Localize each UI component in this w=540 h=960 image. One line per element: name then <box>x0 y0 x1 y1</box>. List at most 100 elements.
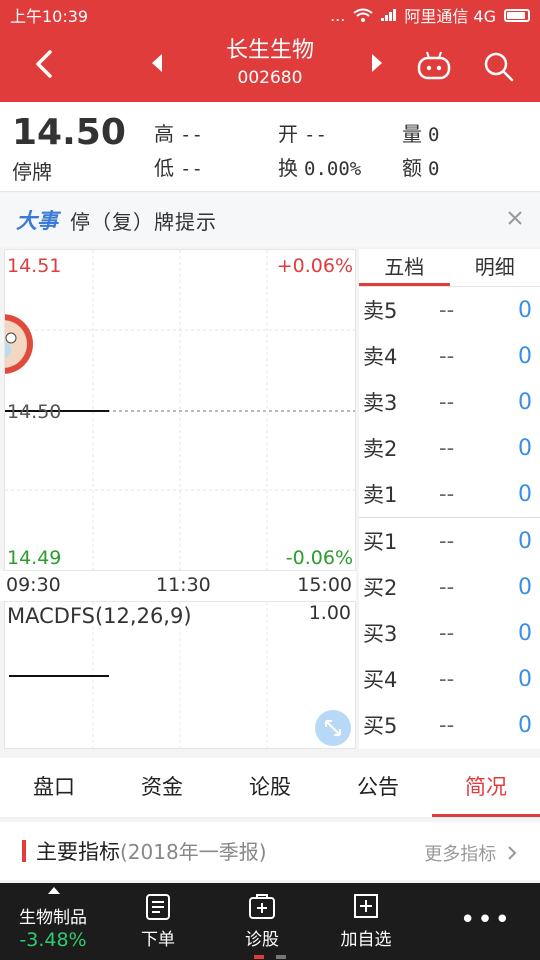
trading-status: 停牌 <box>12 160 52 184</box>
volume-label: 量 <box>402 122 422 146</box>
carrier-label: 阿里通信 4G <box>404 7 496 26</box>
order-level-label: 卖1 <box>363 483 398 507</box>
triangle-left-icon <box>152 54 162 72</box>
mid-price-label: 14.50 <box>7 401 61 423</box>
event-notice[interactable]: 大事 停（复）牌提示 <box>0 193 540 247</box>
quote-panel: 14.50 停牌 高 -- 低 -- 开 -- 换 0.00% 量0 额0 <box>0 102 540 192</box>
tab-discussion[interactable]: 论股 <box>216 758 324 817</box>
battery-icon <box>504 8 530 22</box>
order-row-buy3: 买3 -- 0 <box>359 610 540 656</box>
section-tabs: 盘口 资金 论股 公告 简况 <box>0 758 540 818</box>
more-menu-button[interactable]: ••• <box>460 905 512 935</box>
tab-profile[interactable]: 简况 <box>432 758 540 817</box>
order-book: 五档 明细 卖5 -- 0 卖4 -- 0 卖3 -- 0 卖2 -- 0 卖1 -- 0 买1 --… <box>359 249 540 749</box>
turnover-value: 0.00% <box>304 158 362 180</box>
macd-label: MACDFS(12,26,9) <box>7 604 192 628</box>
high-value: -- <box>180 124 203 146</box>
order-price: -- <box>439 529 455 553</box>
wifi-icon <box>353 8 373 22</box>
intraday-chart-svg: 14.51 +0.06% 14.50 14.49 -0.06% <box>0 250 355 570</box>
order-level-label: 卖2 <box>363 437 398 461</box>
order-row-buy2: 买2 -- 0 <box>359 564 540 610</box>
macd-chart[interactable]: MACDFS(12,26,9) 1.00 <box>4 601 356 749</box>
order-qty: 0 <box>518 574 532 600</box>
page-indicator-active <box>254 955 264 959</box>
volume-stat: 量0 <box>402 118 439 147</box>
amount-label: 额 <box>402 156 422 180</box>
stock-code: 002680 <box>237 68 303 88</box>
order-qty: 0 <box>518 666 532 692</box>
order-price: -- <box>439 575 455 599</box>
tab-details[interactable]: 明细 <box>450 249 540 286</box>
tab-handicap[interactable]: 盘口 <box>0 758 108 817</box>
order-row-buy5: 买5 -- 0 <box>359 702 540 748</box>
stock-title: 长生生物 002680 <box>170 36 370 90</box>
section-title: 主要指标(2018年一季报) <box>36 836 267 866</box>
order-level-label: 卖5 <box>363 299 398 323</box>
next-stock-button[interactable] <box>370 52 384 80</box>
order-price: -- <box>439 390 455 414</box>
diagnose-stock-button[interactable]: 诊股 <box>222 893 302 950</box>
status-icons: ... 阿里通信 4G <box>330 3 530 27</box>
order-level-label: 买5 <box>363 714 398 738</box>
caret-up-icon <box>48 887 60 894</box>
order-level-label: 买4 <box>363 668 398 692</box>
turnover-label: 换 <box>278 156 298 180</box>
top-price-label: 14.51 <box>7 255 61 277</box>
order-price: -- <box>439 436 455 460</box>
place-order-button[interactable]: 下单 <box>118 893 198 950</box>
intraday-chart[interactable]: 14.51 +0.06% 14.50 14.49 -0.06% <box>0 249 356 571</box>
tab-announcements[interactable]: 公告 <box>324 758 432 817</box>
bottom-pct-label: -0.06% <box>286 547 353 569</box>
previous-stock-button[interactable] <box>150 52 164 80</box>
more-indicators-link[interactable]: 更多指标 <box>424 840 518 866</box>
amount-stat: 额0 <box>402 152 439 181</box>
time-open: 09:30 <box>6 574 61 596</box>
notification-dots: ... <box>330 5 346 25</box>
diagnose-stock-label: 诊股 <box>245 930 279 950</box>
tab-five-levels[interactable]: 五档 <box>359 249 450 286</box>
low-stat: 低 -- <box>154 152 203 181</box>
close-notice-button[interactable] <box>506 205 524 233</box>
diagnose-icon <box>249 894 275 919</box>
turnover-stat: 换 0.00% <box>278 152 361 181</box>
tab-funds[interactable]: 资金 <box>108 758 216 817</box>
robot-assistant-button[interactable] <box>416 50 452 82</box>
more-indicators-label: 更多指标 <box>424 844 497 865</box>
low-label: 低 <box>154 156 174 180</box>
sector-change: -3.48% <box>19 929 87 951</box>
close-icon <box>508 211 522 225</box>
order-qty: 0 <box>518 389 532 415</box>
current-price: 14.50 <box>12 112 126 153</box>
open-label: 开 <box>278 122 298 146</box>
order-qty: 0 <box>518 435 532 461</box>
order-qty: 0 <box>518 620 532 646</box>
order-qty: 0 <box>518 481 532 507</box>
time-close: 15:00 <box>297 574 352 596</box>
sector-indicator[interactable]: 生物制品 -3.48% <box>0 883 110 960</box>
main-indicators-section: 主要指标(2018年一季报) 更多指标 <box>0 822 540 880</box>
volume-value: 0 <box>428 124 440 146</box>
order-row-sell2: 卖2 -- 0 <box>359 425 540 471</box>
back-button[interactable] <box>26 44 70 88</box>
indicators-title: 主要指标 <box>36 840 120 864</box>
add-icon <box>354 894 378 918</box>
order-qty: 0 <box>518 297 532 323</box>
open-value: -- <box>304 124 327 146</box>
order-level-label: 买3 <box>363 622 398 646</box>
open-stat: 开 -- <box>278 118 327 147</box>
order-level-label: 买2 <box>363 576 398 600</box>
low-value: -- <box>180 158 203 180</box>
expand-chart-button[interactable] <box>315 710 351 746</box>
mascot-icon <box>0 314 33 374</box>
order-price: -- <box>439 298 455 322</box>
search-button[interactable] <box>482 50 516 84</box>
time-axis: 09:30 11:30 15:00 <box>0 571 356 601</box>
order-level-label: 买1 <box>363 530 398 554</box>
top-pct-label: +0.06% <box>277 255 353 277</box>
order-qty: 0 <box>518 343 532 369</box>
app-header: 长生生物 002680 <box>0 30 540 102</box>
order-price: -- <box>439 667 455 691</box>
add-watchlist-button[interactable]: 加自选 <box>326 893 406 950</box>
section-accent-bar <box>22 840 26 862</box>
